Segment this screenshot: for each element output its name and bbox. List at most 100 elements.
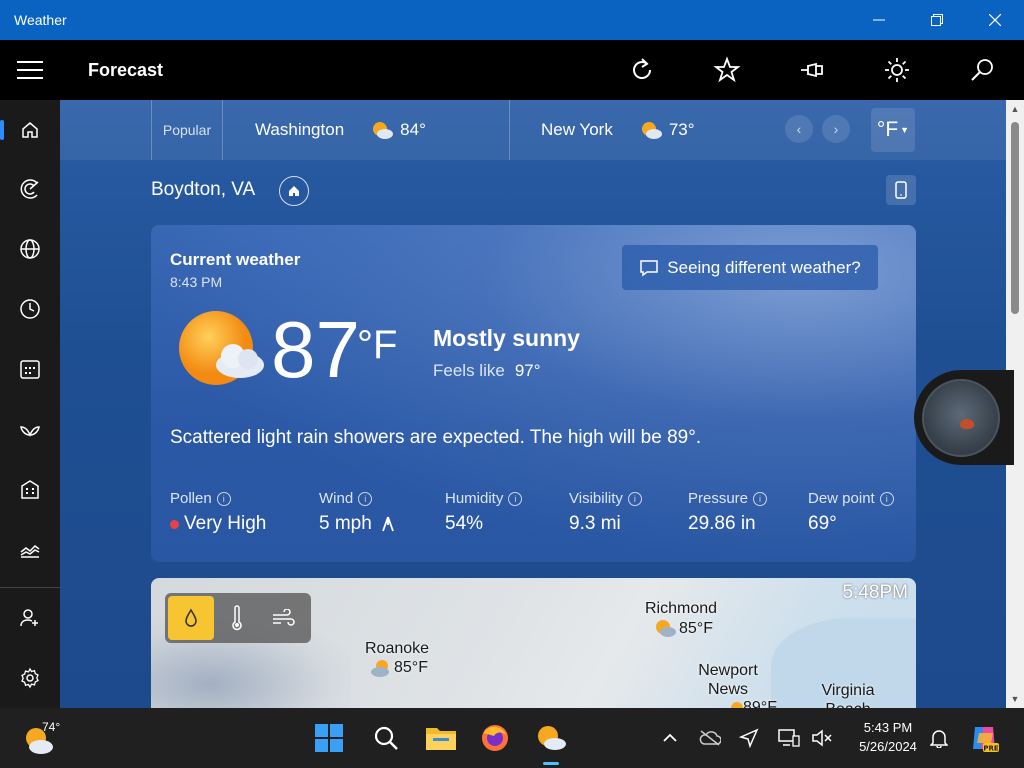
onedrive-button[interactable] <box>698 726 722 750</box>
info-icon: i <box>508 491 523 506</box>
network-icon <box>778 729 800 747</box>
taskbar-search-button[interactable] <box>368 720 404 756</box>
folder-icon <box>426 728 456 750</box>
svg-text:PRE: PRE <box>983 745 999 753</box>
prev-cities-button[interactable]: ‹ <box>785 115 813 143</box>
search-icon <box>970 59 993 81</box>
unit-selector[interactable]: °F ▼ <box>871 108 915 152</box>
hamburger-icon <box>17 69 43 71</box>
theme-button[interactable] <box>854 40 939 100</box>
scroll-down-arrow-icon[interactable]: ▼ <box>1006 690 1024 708</box>
metric-pollen[interactable]: Pollen i Very High <box>170 490 266 535</box>
floating-widget[interactable] <box>914 370 1014 465</box>
thermometer-icon <box>232 605 242 631</box>
observation-time: 8:43 PM <box>170 274 223 290</box>
feels-like: Feels like 97° <box>433 361 541 381</box>
windows-logo-icon <box>315 724 343 752</box>
location-arrow-icon <box>739 728 759 748</box>
sidebar-item-forecast[interactable] <box>0 105 60 155</box>
wind-layer-button[interactable] <box>260 596 306 640</box>
map-layer-switcher <box>165 593 311 643</box>
city-new-york[interactable]: New York 73° <box>541 100 695 160</box>
clock-icon <box>20 299 40 319</box>
add-user-icon <box>20 609 38 627</box>
app-header: Forecast <box>0 40 1024 100</box>
refresh-button[interactable] <box>599 40 684 100</box>
weather-map[interactable]: 5:48PM Richmond 85°F Roanoke 85°F Newpor… <box>151 578 916 708</box>
scroll-up-arrow-icon[interactable]: ▲ <box>1006 100 1024 118</box>
close-button[interactable] <box>966 0 1024 40</box>
taskbar: 74° 5:43 PM 5/26/2024 PRE <box>0 708 1024 768</box>
next-cities-button[interactable]: › <box>822 115 850 143</box>
copilot-button[interactable]: PRE <box>968 722 1000 754</box>
current-temperature: 87 <box>271 305 360 394</box>
city-washington[interactable]: Washington 84° <box>255 100 426 160</box>
taskbar-weather-widget[interactable]: 74° <box>22 720 67 756</box>
partly-sunny-icon <box>371 660 389 677</box>
feels-like-label: Feels like <box>433 361 505 380</box>
favorite-button[interactable] <box>684 40 769 100</box>
show-hidden-icons-button[interactable] <box>658 726 682 750</box>
map-timestamp: 5:48PM <box>842 582 908 603</box>
sidebar-item-account[interactable] <box>0 593 60 643</box>
clock-date: 5/26/2024 <box>859 739 917 754</box>
location-indicator[interactable] <box>737 726 761 750</box>
volume-button[interactable] <box>810 726 834 750</box>
sunny-icon <box>731 702 743 708</box>
metric-dew-point[interactable]: Dew point i 69° <box>808 490 894 535</box>
precipitation-layer-button[interactable] <box>168 596 214 640</box>
system-clock[interactable]: 5:43 PM 5/26/2024 <box>846 718 930 756</box>
maximize-button[interactable] <box>908 0 966 40</box>
start-button[interactable] <box>311 720 347 756</box>
metric-label: Pollen <box>170 490 212 507</box>
sidebar-item-maps[interactable] <box>0 224 60 274</box>
city-name: Washington <box>255 120 345 139</box>
calendar-icon <box>20 360 40 379</box>
pin-button[interactable] <box>769 40 854 100</box>
scrollbar-thumb[interactable] <box>1011 122 1019 314</box>
map-temp-richmond: 85°F <box>679 620 713 637</box>
popular-cities-bar: Popular Washington 84° New York 73° ‹ › … <box>60 100 1006 160</box>
metric-wind[interactable]: Wind i 5 mph <box>319 490 395 535</box>
temperature-layer-button[interactable] <box>214 596 260 640</box>
minimize-icon <box>873 19 885 21</box>
lotus-icon <box>20 426 40 438</box>
clock-time: 5:43 PM <box>863 720 913 735</box>
speaker-muted-icon <box>812 729 832 747</box>
send-to-phone-button[interactable] <box>886 175 916 205</box>
feedback-button[interactable]: Seeing different weather? <box>622 245 878 290</box>
home-icon <box>289 186 299 196</box>
sidebar-item-history[interactable] <box>0 284 60 334</box>
sun-icon <box>884 58 909 82</box>
map-label-richmond: Richmond <box>645 600 717 618</box>
gear-icon <box>21 667 39 689</box>
pin-icon <box>800 62 823 78</box>
window-title-bar: Weather <box>0 0 1024 40</box>
file-explorer-button[interactable] <box>423 720 459 756</box>
metric-visibility[interactable]: Visibility i 9.3 mi <box>569 490 642 535</box>
network-button[interactable] <box>777 726 801 750</box>
metric-humidity[interactable]: Humidity i 54% <box>445 490 523 535</box>
metric-pressure[interactable]: Pressure i 29.86 in <box>688 490 768 535</box>
menu-button[interactable] <box>0 40 60 100</box>
map-temp-newport-news: 89°F <box>743 699 777 708</box>
info-icon: i <box>879 491 894 506</box>
sidebar-item-lifestyle[interactable] <box>0 404 60 454</box>
set-home-button[interactable] <box>279 176 309 206</box>
main-content: Popular Washington 84° New York 73° ‹ › … <box>60 100 1006 708</box>
minimize-button[interactable] <box>850 0 908 40</box>
sidebar-item-radar[interactable] <box>0 164 60 214</box>
star-icon <box>712 56 741 83</box>
notifications-button[interactable] <box>927 726 951 750</box>
chat-icon <box>640 259 659 276</box>
sidebar-item-trends[interactable] <box>0 524 60 574</box>
firefox-button[interactable] <box>477 720 513 756</box>
weather-app-taskbar-button[interactable] <box>533 720 569 756</box>
search-button[interactable] <box>939 40 1024 100</box>
sidebar-item-services[interactable] <box>0 464 60 514</box>
sidebar-item-settings[interactable] <box>0 653 60 703</box>
sidebar-item-monthly[interactable] <box>0 344 60 394</box>
map-label-virginia-beach: Virginia Beach <box>821 682 875 708</box>
refresh-icon <box>632 58 651 79</box>
temperature-unit: °F <box>357 323 398 367</box>
